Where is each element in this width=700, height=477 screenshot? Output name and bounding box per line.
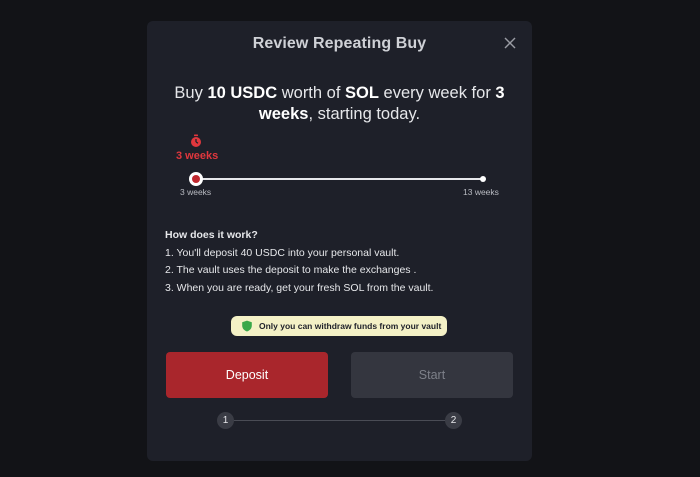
buy-summary: Buy 10 USDC worth of SOL every week for … xyxy=(167,83,512,125)
summary-amount: 10 USDC xyxy=(207,84,278,102)
summary-mid2: every week for xyxy=(378,84,496,102)
stepper-step-2: 2 xyxy=(445,412,462,429)
summary-asset: SOL xyxy=(345,84,379,102)
how-it-works-title: How does it work? xyxy=(165,229,258,241)
modal-header: Review Repeating Buy xyxy=(147,21,532,67)
stepper-step-1: 1 xyxy=(217,412,234,429)
how-step-2: 2. The vault uses the deposit to make th… xyxy=(165,264,417,276)
start-button[interactable]: Start xyxy=(351,352,513,398)
summary-suffix: , starting today. xyxy=(308,105,421,123)
review-modal: Review Repeating Buy Buy 10 USDC worth o… xyxy=(147,21,532,461)
deposit-button[interactable]: Deposit xyxy=(166,352,328,398)
slider-min-label: 3 weeks xyxy=(180,187,212,197)
slider-current-value: 3 weeks xyxy=(176,150,219,162)
how-step-1: 1. You'll deposit 40 USDC into your pers… xyxy=(165,246,400,259)
stepper-line xyxy=(232,420,448,421)
modal-title: Review Repeating Buy xyxy=(252,35,427,52)
badge-text: Only you can withdraw funds from your va… xyxy=(259,321,442,331)
summary-prefix: Buy xyxy=(174,84,208,102)
slider-track[interactable] xyxy=(196,178,483,180)
close-icon[interactable] xyxy=(502,35,518,51)
slider-handle[interactable] xyxy=(189,172,203,186)
how-it-works: How does it work? 1. You'll deposit 40 U… xyxy=(165,227,515,297)
duration-slider: 3 weeks 3 weeks 13 weeks xyxy=(147,131,532,211)
withdraw-notice-badge: Only you can withdraw funds from your va… xyxy=(231,316,447,336)
slider-end-dot xyxy=(480,176,486,182)
timer-icon xyxy=(189,134,203,148)
how-step-3: 3. When you are ready, get your fresh SO… xyxy=(165,281,434,294)
shield-icon xyxy=(242,320,252,332)
slider-max-label: 13 weeks xyxy=(463,187,499,197)
summary-mid1: worth of xyxy=(277,84,346,102)
stepper: 1 2 xyxy=(147,411,532,431)
